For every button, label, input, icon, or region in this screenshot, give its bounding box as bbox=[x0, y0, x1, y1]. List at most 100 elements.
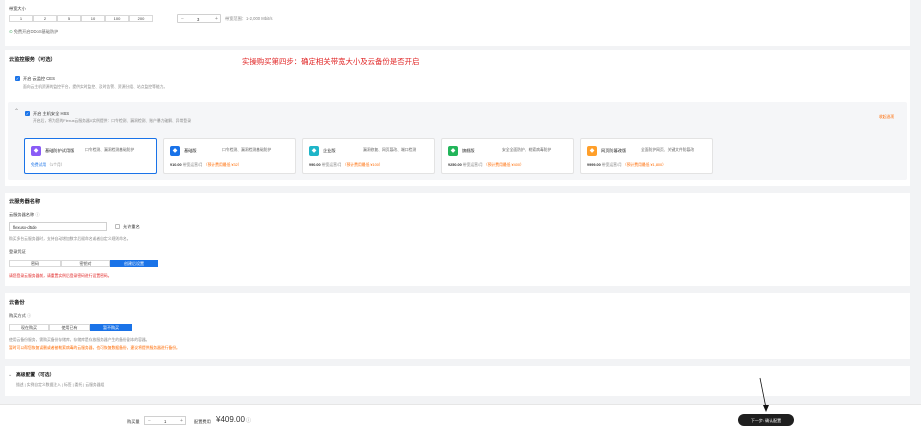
server-name-card: 云服务器名称 云服务器名称 ⓘ flexusx-d5de 允许重名 购买多台云服… bbox=[5, 193, 910, 286]
cost-label: 配置费用 bbox=[194, 419, 211, 424]
product-desc: 口令检测、漏洞检测基础防护 bbox=[222, 148, 272, 152]
product-price-row: 免费试用 （1个月） bbox=[31, 163, 65, 168]
product-price: ¥999.00 bbox=[587, 163, 601, 167]
product-period: 带宽运营/月 bbox=[182, 163, 203, 167]
backup-card: 云备份 购买方式 ⓘ 现在购买 使用已有 暂不购买 使用云备份服务，需购买备份存… bbox=[5, 293, 910, 359]
product-period: 带宽运营/月 bbox=[601, 163, 622, 167]
backup-mode-label-text: 购买方式 bbox=[9, 313, 26, 318]
bandwidth-option-200[interactable]: 200 bbox=[129, 15, 153, 22]
bandwidth-stepper[interactable]: − 3 + bbox=[177, 14, 221, 23]
backup-mode-label: 购买方式 ⓘ bbox=[9, 313, 31, 318]
product-desc: 安全全面防护、勒索病毒防护 bbox=[502, 148, 552, 152]
server-name-value[interactable]: flexusx-d5de bbox=[13, 225, 37, 230]
collapse-options-link[interactable]: 收起选项 bbox=[879, 115, 894, 120]
minus-icon[interactable]: − bbox=[181, 16, 184, 22]
product-period: 带宽运营/月 bbox=[321, 163, 342, 167]
bandwidth-option-10[interactable]: 10 bbox=[81, 15, 105, 22]
product-promo: （预计费用最低 ¥400） bbox=[483, 163, 524, 167]
product-promo: （预计费用最低 ¥32） bbox=[203, 163, 242, 167]
hss-product-trial[interactable]: ◆ 基础防护试用版 口令检测、漏洞检测基础防护 免费试用 （1个月） bbox=[24, 138, 157, 174]
hss-product-web-tamper[interactable]: ◆ 网页防篡改版 全面防护网页、关键文件防篡改 ¥999.00 带宽运营/月 （… bbox=[580, 138, 713, 174]
shield-icon: ◆ bbox=[587, 146, 597, 156]
shield-icon: ◆ bbox=[448, 146, 458, 156]
quantity-stepper[interactable]: − 1 + bbox=[144, 416, 186, 425]
product-promo: （预计费用最低 ¥1,800） bbox=[622, 163, 666, 167]
bandwidth-option-5[interactable]: 5 bbox=[57, 15, 81, 22]
bandwidth-stepper-value[interactable]: 3 bbox=[197, 17, 199, 22]
bandwidth-option-100[interactable]: 100 bbox=[105, 15, 129, 22]
plus-icon[interactable]: + bbox=[180, 418, 183, 424]
next-button[interactable]: 下一步: 确认配置 bbox=[738, 414, 794, 426]
backup-option-buy-now[interactable]: 现在购买 bbox=[9, 324, 49, 331]
bandwidth-range-text: 带宽范围：1-2,000 Mbit/s bbox=[225, 16, 273, 21]
product-period: 带宽运营/月 bbox=[462, 163, 483, 167]
bandwidth-card: 带宽大小 1 2 5 10 100 200 − 3 + 带宽范围：1-2,000… bbox=[5, 0, 910, 46]
product-name: 基础防护试用版 bbox=[45, 148, 75, 153]
shield-icon: ◆ bbox=[170, 146, 180, 156]
backup-title: 云备份 bbox=[9, 300, 25, 306]
login-warning: 请您登录云服务器前，请重置实例后登录密码进行设置密码。 bbox=[9, 274, 112, 278]
cost-value: ¥409.00 bbox=[216, 415, 245, 424]
bandwidth-label: 带宽大小 bbox=[9, 6, 26, 11]
login-option-set-later[interactable]: 创建后设置 bbox=[110, 260, 158, 267]
login-option-password[interactable]: 密码 bbox=[9, 260, 61, 267]
allow-duplicate-label: 允许重名 bbox=[123, 224, 140, 229]
chevron-down-icon[interactable]: ⌄ bbox=[8, 372, 12, 378]
product-name: 企业版 bbox=[323, 148, 336, 153]
login-credential-label: 登录凭证 bbox=[9, 249, 26, 254]
ddos-note-text: 免费开启DDoS基础防护 bbox=[13, 29, 59, 34]
product-price: ¥250.00 bbox=[448, 163, 462, 167]
plus-icon[interactable]: + bbox=[215, 16, 218, 22]
hss-checkbox[interactable]: ✓ bbox=[25, 111, 30, 116]
bandwidth-option-2[interactable]: 2 bbox=[33, 15, 57, 22]
product-price: ¥90.00 bbox=[309, 163, 321, 167]
allow-duplicate-checkbox[interactable] bbox=[115, 224, 120, 229]
hss-product-enterprise[interactable]: ◆ 企业版 漏洞修复、网页篡改、端口检测 ¥90.00 带宽运营/月 （预计费用… bbox=[302, 138, 435, 174]
instruction-annotation: 实操购买第四步：确定相关带宽大小及云备份是否开启 bbox=[242, 57, 420, 66]
quantity-label: 购买量 bbox=[127, 419, 140, 424]
product-desc: 全面防护网页、关键文件防篡改 bbox=[641, 148, 695, 152]
server-name-field-label-text: 云服务器名称 bbox=[9, 212, 35, 217]
product-desc: 口令检测、漏洞检测基础防护 bbox=[85, 148, 135, 152]
backup-option-use-existing[interactable]: 使用已有 bbox=[49, 324, 90, 331]
server-name-hint: 购买多台云服务器时，支持自动增加数字后缀命名或者自定义规则命名。 bbox=[9, 237, 131, 241]
product-name: 旗舰版 bbox=[462, 148, 475, 153]
advanced-desc: 描述 | 实例自定义数据注入 | 标签 | 委托 | 云服务器组 bbox=[16, 383, 105, 387]
server-name-input[interactable]: flexusx-d5de bbox=[9, 222, 107, 231]
hss-product-flagship[interactable]: ◆ 旗舰版 安全全面防护、勒索病毒防护 ¥250.00 带宽运营/月 （预计费用… bbox=[441, 138, 574, 174]
backup-desc-2: 暂时可以帮您恢复误删或者被勒索病毒的云服务器，也可恢复数据备份，建议将提供服务器… bbox=[9, 346, 180, 350]
product-price-row: ¥999.00 带宽运营/月 （预计费用最低 ¥1,800） bbox=[587, 163, 666, 168]
footer-bar: 购买量 − 1 + 配置费用 ¥409.00 ⓘ 下一步: 确认配置 bbox=[0, 404, 921, 435]
product-name: 网页防篡改版 bbox=[601, 148, 627, 153]
shield-icon: ◆ bbox=[31, 146, 41, 156]
next-button-label: 下一步: 确认配置 bbox=[750, 417, 782, 423]
server-name-title: 云服务器名称 bbox=[9, 199, 41, 205]
bandwidth-option-1[interactable]: 1 bbox=[9, 15, 33, 22]
hss-desc: 开启后，将为您的Flexus云服务器X实例提供：口令检测、漏洞检测、账户暴力破解… bbox=[33, 119, 191, 123]
minus-icon[interactable]: − bbox=[148, 418, 151, 424]
ces-desc: 面向云主机资源的监控平台，提供实时监控、及时告警、资源分组、站点监控等能力。 bbox=[23, 85, 168, 89]
ces-checkbox[interactable]: ✓ bbox=[15, 76, 20, 81]
quantity-value[interactable]: 1 bbox=[164, 419, 166, 424]
hss-label: 开启 主机安全 HSS bbox=[33, 111, 70, 116]
ddos-note: ⊙ 免费开启DDoS基础防护 bbox=[9, 29, 58, 34]
product-period: （1个月） bbox=[47, 163, 65, 167]
hss-product-basic[interactable]: ◆ 基础版 口令检测、漏洞检测基础防护 ¥10.00 带宽运营/月 （预计费用最… bbox=[163, 138, 296, 174]
product-price-row: ¥10.00 带宽运营/月 （预计费用最低 ¥32） bbox=[170, 163, 242, 168]
info-icon[interactable]: ⓘ bbox=[246, 418, 251, 424]
product-price-row: ¥250.00 带宽运营/月 （预计费用最低 ¥400） bbox=[448, 163, 524, 168]
login-option-keypair[interactable]: 密钥对 bbox=[61, 260, 110, 267]
info-icon[interactable]: ⓘ bbox=[35, 212, 39, 217]
check-circle-icon: ⊙ bbox=[9, 29, 13, 34]
chevron-up-icon[interactable]: ⌃ bbox=[14, 109, 19, 117]
info-icon[interactable]: ⓘ bbox=[27, 313, 31, 318]
product-promo: （预计费用最低 ¥100） bbox=[342, 163, 383, 167]
ces-label: 开启 云监控 CES bbox=[23, 76, 55, 81]
advanced-title[interactable]: 高级配置（可选） bbox=[16, 373, 54, 379]
monitor-section-title: 云监控服务（可选） bbox=[9, 57, 56, 63]
product-price: ¥10.00 bbox=[170, 163, 182, 167]
backup-option-skip[interactable]: 暂不购买 bbox=[90, 324, 132, 331]
backup-desc-1: 使用云备份服务，需购买备份存储库，存储库是存放服务器产生的备份副本的容器。 bbox=[9, 338, 150, 342]
product-desc: 漏洞修复、网页篡改、端口检测 bbox=[363, 148, 417, 152]
shield-icon: ◆ bbox=[309, 146, 319, 156]
